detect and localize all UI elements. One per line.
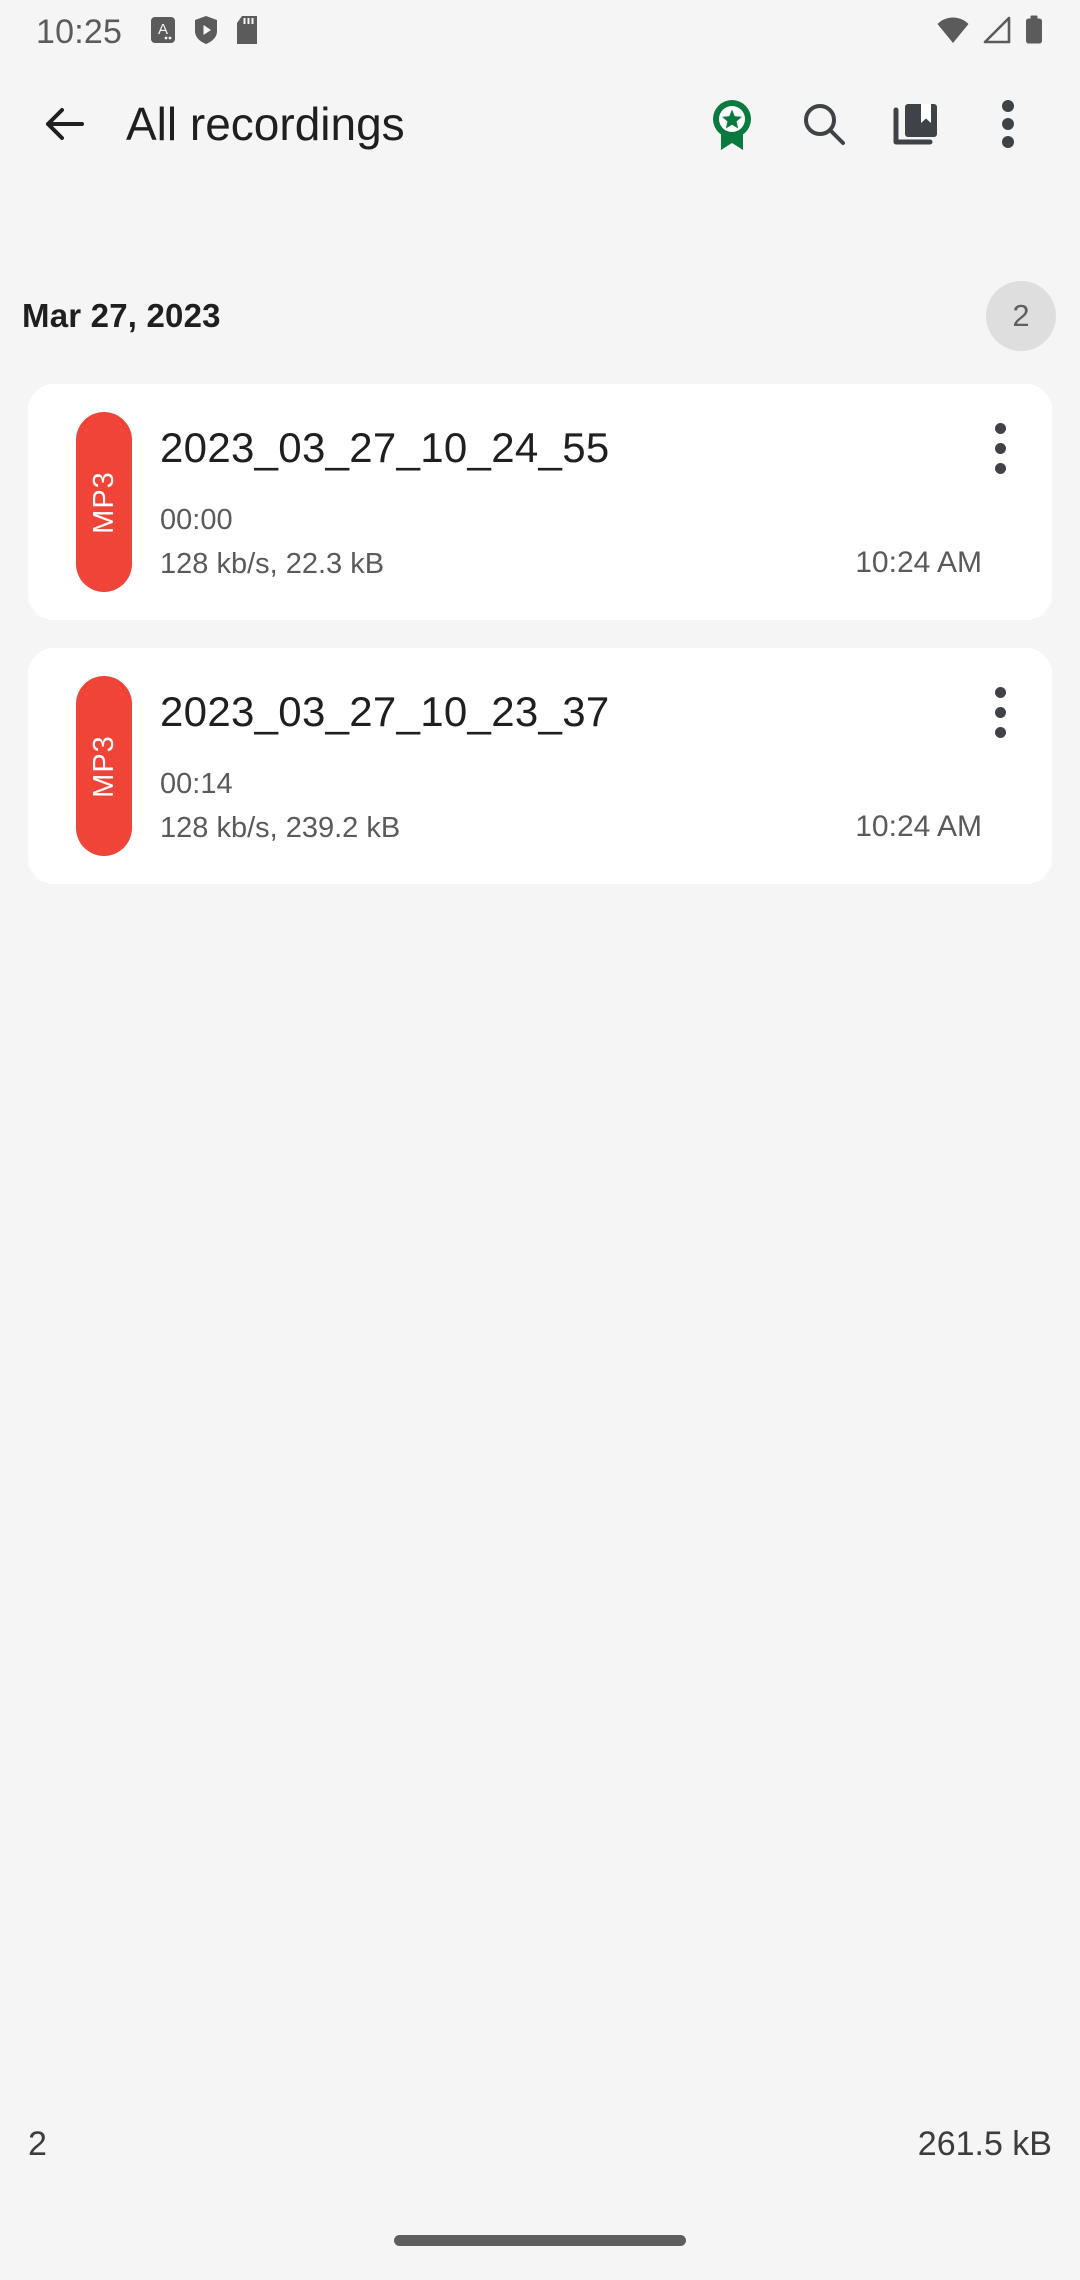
status-bar-notification-icons: A bbox=[150, 15, 258, 50]
summary-bar: 2 261.5 kB bbox=[0, 2104, 1080, 2184]
play-shield-icon bbox=[194, 15, 218, 50]
three-dots-icon bbox=[994, 422, 1006, 474]
date-group-label: Mar 27, 2023 bbox=[22, 297, 221, 334]
app-bar: All recordings bbox=[0, 64, 1080, 184]
recording-timestamp: 10:24 AM bbox=[855, 810, 982, 843]
recording-overflow-menu-icon[interactable] bbox=[962, 674, 1038, 750]
recording-details: 2023_03_27_10_24_55 00:00 128 kb/s, 22.3… bbox=[160, 384, 1052, 620]
date-group-header: Mar 27, 2023 2 bbox=[0, 276, 1080, 356]
collections-icon[interactable] bbox=[874, 82, 958, 166]
search-icon[interactable] bbox=[782, 82, 866, 166]
app-screen: 10:25 A All recordings Mar 27, 2023 2 MP… bbox=[0, 0, 1080, 2280]
format-badge: MP3 bbox=[76, 676, 132, 856]
format-badge-label: MP3 bbox=[87, 734, 120, 798]
status-bar-system-icons bbox=[936, 15, 1044, 50]
recording-list-item[interactable]: MP3 2023_03_27_10_24_55 00:00 128 kb/s, … bbox=[28, 384, 1052, 620]
back-button[interactable] bbox=[24, 84, 104, 164]
svg-text:A: A bbox=[158, 21, 168, 38]
app-bar-actions bbox=[690, 82, 1056, 166]
sd-card-icon bbox=[236, 15, 258, 50]
date-group-count-chip: 2 bbox=[986, 281, 1056, 351]
recording-duration: 00:14 bbox=[160, 768, 233, 800]
recording-title: 2023_03_27_10_24_55 bbox=[160, 424, 610, 471]
recording-details: 2023_03_27_10_23_37 00:14 128 kb/s, 239.… bbox=[160, 648, 1052, 884]
notification-a-icon: A bbox=[150, 15, 176, 50]
recording-title: 2023_03_27_10_23_37 bbox=[160, 688, 610, 735]
recording-overflow-menu-icon[interactable] bbox=[962, 410, 1038, 486]
summary-total-size: 261.5 kB bbox=[917, 2124, 1052, 2163]
battery-icon bbox=[1024, 15, 1044, 50]
wifi-icon bbox=[936, 16, 970, 49]
status-bar-clock: 10:25 bbox=[36, 12, 123, 51]
overflow-menu-icon[interactable] bbox=[966, 82, 1050, 166]
summary-item-count: 2 bbox=[28, 2124, 47, 2163]
three-dots-icon bbox=[994, 686, 1006, 738]
format-badge-label: MP3 bbox=[87, 470, 120, 534]
page-title: All recordings bbox=[126, 98, 405, 150]
cellular-signal-icon bbox=[982, 16, 1012, 49]
recording-list-item[interactable]: MP3 2023_03_27_10_23_37 00:14 128 kb/s, … bbox=[28, 648, 1052, 884]
recording-duration: 00:00 bbox=[160, 504, 233, 536]
recording-timestamp: 10:24 AM bbox=[855, 546, 982, 579]
recordings-list: MP3 2023_03_27_10_24_55 00:00 128 kb/s, … bbox=[0, 384, 1080, 912]
recording-meta: 128 kb/s, 22.3 kB bbox=[160, 548, 385, 580]
award-badge-icon[interactable] bbox=[690, 82, 774, 166]
format-badge: MP3 bbox=[76, 412, 132, 592]
status-bar: 10:25 A bbox=[0, 0, 1080, 64]
navigation-gesture-pill[interactable] bbox=[394, 2235, 686, 2246]
recording-meta: 128 kb/s, 239.2 kB bbox=[160, 812, 401, 844]
